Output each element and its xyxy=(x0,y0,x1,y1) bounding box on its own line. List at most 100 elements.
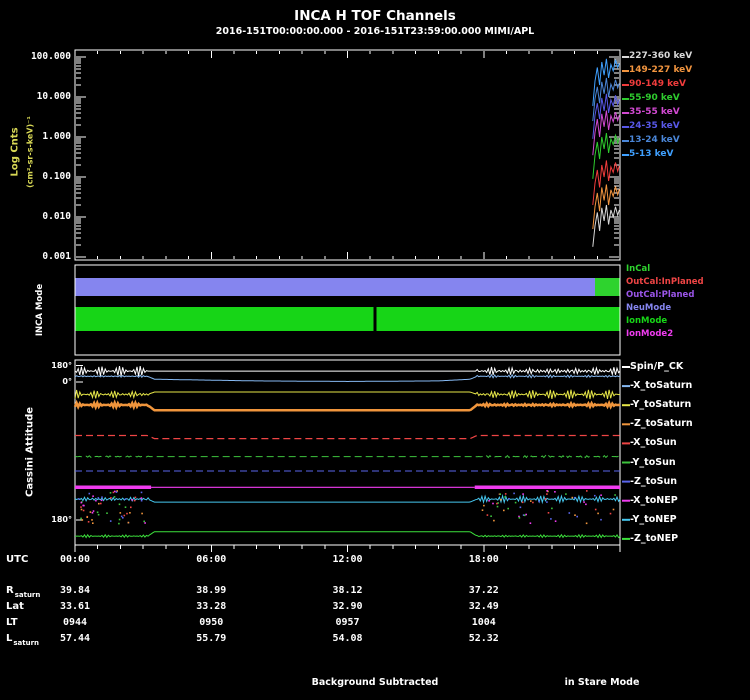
attitude-speckle xyxy=(522,493,524,495)
ephemeris-label-lt: LT xyxy=(6,617,18,628)
attitude-speckle xyxy=(483,505,485,507)
mode-legend-item: IonMode2 xyxy=(626,329,673,339)
neutral-mode-bar-segment xyxy=(75,278,595,296)
attitude-ytick-label: 180° xyxy=(0,515,72,524)
attitude-speckle xyxy=(78,498,80,500)
ion-mode-bar-segment xyxy=(376,307,620,331)
attitude-speckle xyxy=(97,512,99,514)
top-legend-item: 227-360 keV xyxy=(629,51,692,61)
attitude-speckle xyxy=(545,498,547,500)
utc-axis-label: UTC xyxy=(6,554,28,565)
attitude-speckle xyxy=(143,521,145,523)
ephemeris-value: 57.44 xyxy=(60,633,90,644)
ephemeris-value: 33.61 xyxy=(60,601,90,612)
attitude-speckle xyxy=(508,498,510,500)
attitude-speckle xyxy=(83,510,85,512)
attitude-speckle xyxy=(122,517,124,519)
ephemeris-value: 0957 xyxy=(335,617,359,628)
mode-legend-item: OutCal:InPlaned xyxy=(626,277,704,287)
attitude-speckle xyxy=(118,523,120,525)
top-legend-item: 24-35 keV xyxy=(629,121,680,131)
attitude-speckle xyxy=(82,505,84,507)
utc-tick-label: 06:00 xyxy=(196,554,226,565)
attitude-speckle xyxy=(546,490,548,492)
attitude-line xyxy=(75,456,620,458)
attitude-speckle xyxy=(114,496,116,498)
attitude-speckle xyxy=(576,516,578,518)
attitude-line xyxy=(75,375,620,382)
attitude-speckle xyxy=(128,522,130,524)
attitude-speckle xyxy=(131,499,133,501)
attitude-legend-item: -X_toSaturn xyxy=(630,380,692,391)
attitude-speckle xyxy=(93,510,95,512)
attitude-speckle xyxy=(89,493,91,495)
attitude-legend-item: -Y_toNEP xyxy=(630,514,677,525)
ephemeris-value: 52.32 xyxy=(469,633,499,644)
attitude-speckle xyxy=(586,523,588,525)
attitude-speckle xyxy=(90,511,92,513)
attitude-speckle xyxy=(98,497,100,499)
attitude-speckle xyxy=(520,507,522,509)
ephemeris-value: 32.90 xyxy=(332,601,362,612)
attitude-panel-frame xyxy=(75,360,620,545)
attitude-speckle xyxy=(525,514,527,516)
attitude-speckle xyxy=(92,495,94,497)
attitude-speckle xyxy=(583,501,585,503)
attitude-speckle xyxy=(95,500,97,502)
attitude-speckle xyxy=(92,522,94,524)
attitude-speckle xyxy=(141,500,143,502)
attitude-speckle xyxy=(551,508,553,510)
mode-legend-item: NeuMode xyxy=(626,303,671,313)
attitude-speckle xyxy=(119,519,121,521)
attitude-panel-ylabel: Cassini Attitude xyxy=(25,407,36,497)
mode-legend-item: OutCal:Planed xyxy=(626,290,694,300)
attitude-speckle xyxy=(80,518,82,520)
attitude-line xyxy=(75,403,620,411)
top-ytick-label: 1.000 xyxy=(0,131,71,142)
attitude-line xyxy=(75,366,620,376)
attitude-speckle xyxy=(499,493,501,495)
attitude-speckle xyxy=(496,503,498,505)
attitude-speckle xyxy=(101,496,103,498)
attitude-speckle xyxy=(91,519,93,521)
top-legend-item: 35-55 keV xyxy=(629,107,680,117)
page-title: INCA H TOF Channels xyxy=(0,8,750,24)
attitude-legend-item: -Y_toSun xyxy=(630,457,676,468)
attitude-speckle xyxy=(530,522,532,524)
top-legend-item: 90-149 keV xyxy=(629,79,686,89)
attitude-line xyxy=(75,390,620,399)
attitude-speckle xyxy=(92,512,94,514)
attitude-speckle xyxy=(110,492,112,494)
attitude-speckle xyxy=(120,512,122,514)
attitude-speckle xyxy=(82,519,84,521)
mode-legend-item: IonMode xyxy=(626,316,667,326)
attitude-speckle xyxy=(614,494,616,496)
ephemeris-value: 38.99 xyxy=(196,585,226,596)
attitude-speckle xyxy=(586,490,588,492)
time-range-subtitle: 2016-151T00:00:00.000 - 2016-151T23:59:0… xyxy=(0,26,750,37)
attitude-speckle xyxy=(574,514,576,516)
attitude-speckle xyxy=(141,492,143,494)
attitude-speckle xyxy=(490,515,492,517)
attitude-speckle xyxy=(546,501,548,503)
attitude-speckle xyxy=(555,520,557,522)
ephemeris-value: 0950 xyxy=(199,617,223,628)
ephemeris-value: 0944 xyxy=(63,617,87,628)
attitude-speckle xyxy=(101,500,103,502)
attitude-speckle xyxy=(116,491,118,493)
top-ytick-label: 0.001 xyxy=(0,251,71,262)
attitude-speckle xyxy=(125,498,127,500)
attitude-legend-item: -X_toNEP xyxy=(630,495,678,506)
attitude-speckle xyxy=(585,504,587,506)
attitude-speckle xyxy=(141,497,143,499)
attitude-speckle xyxy=(135,497,137,499)
attitude-speckle xyxy=(100,503,102,505)
attitude-legend-item: -Y_toSaturn xyxy=(630,399,691,410)
attitude-speckle xyxy=(532,502,534,504)
ephemeris-value: 39.84 xyxy=(60,585,90,596)
attitude-speckle xyxy=(88,521,90,523)
attitude-speckle xyxy=(610,513,612,515)
attitude-speckle xyxy=(110,520,112,522)
attitude-legend-item: -Z_toSun xyxy=(630,476,677,487)
neutral-mode-bar-segment xyxy=(595,278,620,296)
